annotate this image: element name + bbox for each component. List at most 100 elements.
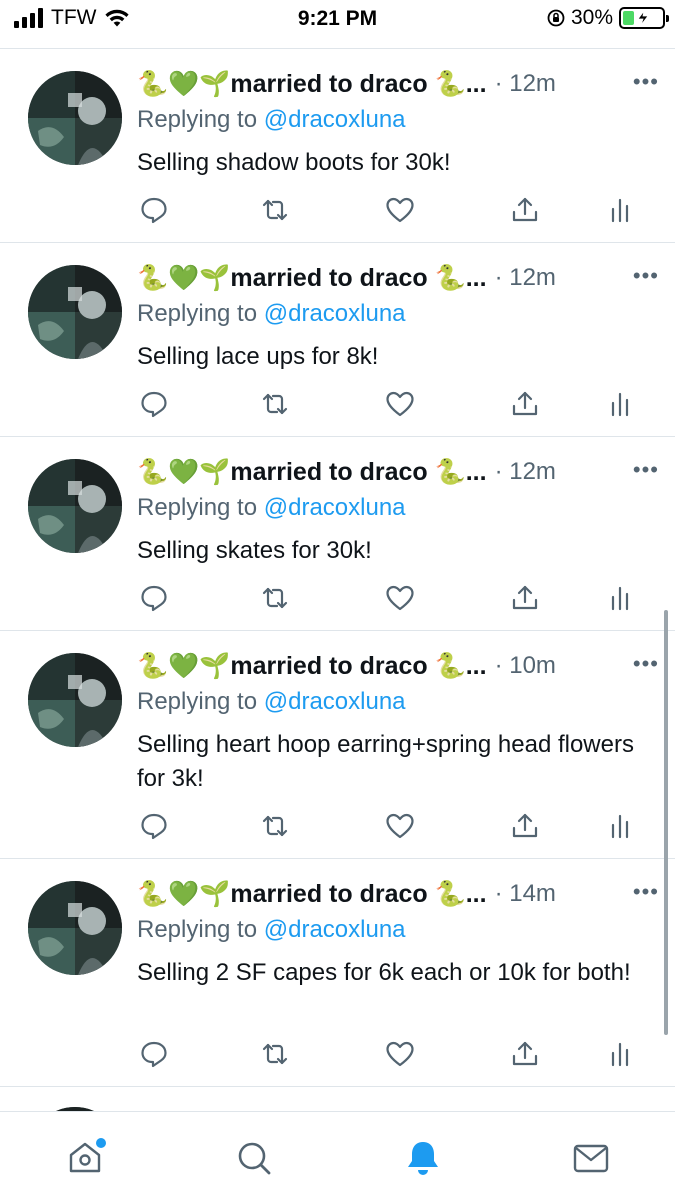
tweet-actions [137,809,637,843]
tweet-header: 🐍💚🌱married to draco 🐍... · 12m [137,453,659,491]
battery-percent: 30% [570,6,613,29]
avatar[interactable] [28,71,122,165]
analytics-button[interactable] [603,581,637,615]
tweet-text: Selling skates for 30k! [137,537,372,564]
replying-to-label: Replying to [137,300,264,327]
like-button[interactable] [383,581,417,615]
author-name[interactable]: 🐍💚🌱married to draco 🐍... [137,458,487,487]
share-button[interactable] [508,387,542,421]
tweet-time: · 12m [494,458,556,485]
reply-icon [141,391,167,418]
reply-icon [141,197,167,224]
reply-button[interactable] [137,809,171,843]
share-icon [512,1041,538,1066]
retweet-button[interactable] [258,387,292,421]
share-button[interactable] [508,809,542,843]
tweet[interactable]: 🐍💚🌱married to draco 🐍... · 12m ••• Reply… [0,49,675,243]
share-button[interactable] [508,581,542,615]
author-name[interactable]: 🐍💚🌱married to draco 🐍... [137,264,487,293]
replying-to-label: Replying to [137,106,264,133]
tweet-body: 🐍💚🌱married to draco 🐍... · 14m ••• Reply… [137,875,659,990]
avatar-image [28,265,122,359]
like-button[interactable] [383,193,417,227]
tab-messages[interactable] [569,1136,613,1180]
tweet[interactable]: 🐍💚🌱married to draco 🐍... · 10m ••• Reply… [0,631,675,859]
share-icon [512,813,538,838]
analytics-icon [611,1042,629,1067]
replying-to: Replying to @dracoxluna [137,491,659,525]
reply-icon [141,585,167,612]
analytics-button[interactable] [603,809,637,843]
retweet-button[interactable] [258,581,292,615]
like-button[interactable] [383,387,417,421]
avatar-image [28,459,122,553]
notifications-icon [408,1142,438,1175]
more-options-icon[interactable]: ••• [633,651,659,677]
heart-icon [386,197,414,223]
tweet[interactable]: 🐍💚🌱married to draco 🐍... · 12m ••• Reply… [0,243,675,437]
avatar[interactable] [28,653,122,747]
replying-to-label: Replying to [137,494,264,521]
tweet-body: 🐍💚🌱married to draco 🐍... · 10m ••• Reply… [137,647,659,796]
reply-handle-link[interactable]: @dracoxluna [264,106,406,133]
share-button[interactable] [508,193,542,227]
author-name[interactable]: 🐍💚🌱married to draco 🐍... [137,70,487,99]
avatar-image [28,881,122,975]
heart-icon [386,1041,414,1067]
share-icon [512,585,538,610]
notifications-feed[interactable]: 🐍💚🌱married to draco 🐍... · 12m ••• Reply… [0,49,675,1111]
tab-home[interactable] [63,1136,107,1180]
reply-handle-link[interactable]: @dracoxluna [264,494,406,521]
retweet-icon [262,199,288,221]
more-options-icon[interactable]: ••• [633,879,659,905]
retweet-button[interactable] [258,1037,292,1071]
search-icon [238,1142,271,1175]
retweet-button[interactable] [258,809,292,843]
tweet-body: 🐍💚🌱married to draco 🐍... · 12m ••• Reply… [137,65,659,180]
avatar-image [28,653,122,747]
replying-to-label: Replying to [137,916,264,943]
tab-notifications[interactable] [401,1136,445,1180]
like-button[interactable] [383,1037,417,1071]
reply-handle-link[interactable]: @dracoxluna [264,916,406,943]
avatar[interactable] [28,265,122,359]
tweet-text: Selling heart hoop earring+spring head f… [137,731,634,792]
more-options-icon[interactable]: ••• [633,457,659,483]
tweet-partial[interactable] [0,1087,675,1111]
analytics-button[interactable] [603,193,637,227]
scrollbar[interactable] [664,610,668,1035]
reply-button[interactable] [137,1037,171,1071]
battery-icon [619,7,669,29]
heart-icon [386,391,414,417]
reply-button[interactable] [137,387,171,421]
reply-button[interactable] [137,193,171,227]
avatar[interactable] [28,881,122,975]
avatar[interactable] [28,459,122,553]
tweet-body: 🐍💚🌱married to draco 🐍... · 12m ••• Reply… [137,259,659,374]
tweet[interactable]: 🐍💚🌱married to draco 🐍... · 12m ••• Reply… [0,437,675,631]
analytics-button[interactable] [603,387,637,421]
heart-icon [386,813,414,839]
replying-to: Replying to @dracoxluna [137,685,659,719]
replying-to: Replying to @dracoxluna [137,103,659,137]
like-button[interactable] [383,809,417,843]
share-icon [512,197,538,222]
tweet[interactable]: 🐍💚🌱married to draco 🐍... · 14m ••• Reply… [0,859,675,1087]
more-options-icon[interactable]: ••• [633,263,659,289]
charging-bolt-icon [637,10,649,26]
reply-handle-link[interactable]: @dracoxluna [264,688,406,715]
analytics-button[interactable] [603,1037,637,1071]
tweet-time: · 10m [494,652,556,679]
author-name[interactable]: 🐍💚🌱married to draco 🐍... [137,880,487,909]
tab-search[interactable] [232,1136,276,1180]
tweet-header: 🐍💚🌱married to draco 🐍... · 14m [137,875,659,913]
reply-button[interactable] [137,581,171,615]
author-name[interactable]: 🐍💚🌱married to draco 🐍... [137,652,487,681]
tweet-header: 🐍💚🌱married to draco 🐍... · 12m [137,259,659,297]
new-content-dot [96,1138,106,1148]
share-button[interactable] [508,1037,542,1071]
reply-handle-link[interactable]: @dracoxluna [264,300,406,327]
more-options-icon[interactable]: ••• [633,69,659,95]
retweet-button[interactable] [258,193,292,227]
retweet-icon [262,1043,288,1065]
